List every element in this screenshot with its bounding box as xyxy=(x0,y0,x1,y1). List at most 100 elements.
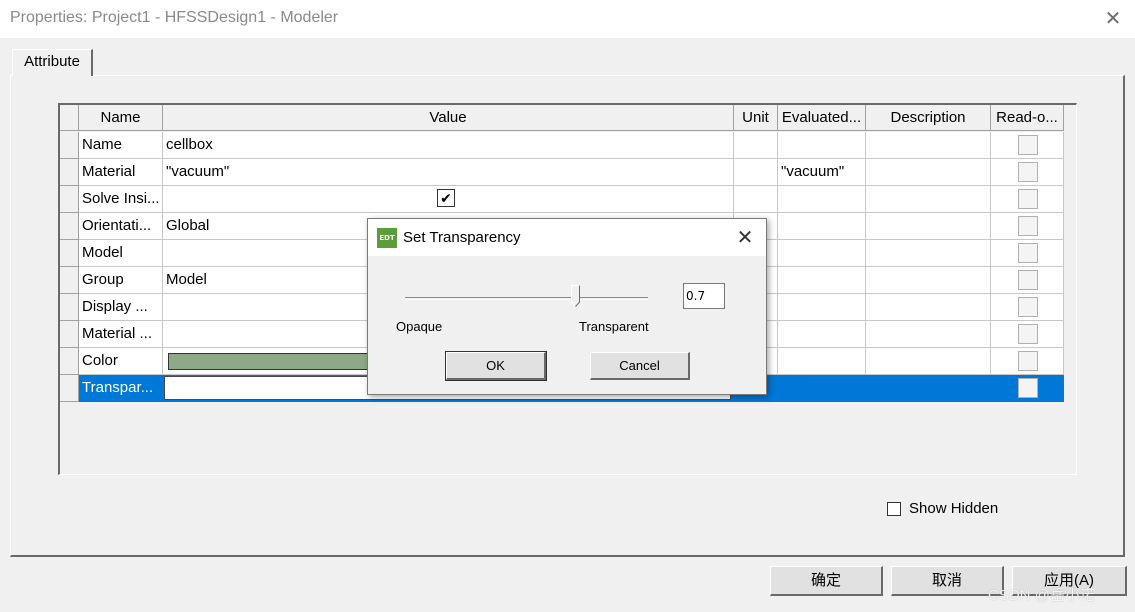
column-header-name[interactable]: Name xyxy=(79,105,163,131)
cell-evaluated xyxy=(778,132,866,159)
show-hidden-box[interactable] xyxy=(887,502,901,516)
cell-evaluated xyxy=(778,348,866,375)
cell-description[interactable] xyxy=(866,321,991,348)
readonly-checkbox[interactable] xyxy=(1018,243,1038,263)
row-header[interactable] xyxy=(60,240,79,267)
cell-unit[interactable] xyxy=(734,132,778,159)
cell-readonly xyxy=(991,321,1064,348)
cell-readonly xyxy=(991,267,1064,294)
column-header-readonly[interactable]: Read-o... xyxy=(991,105,1064,131)
window-title: Properties: Project1 - HFSSDesign1 - Mod… xyxy=(10,9,339,26)
readonly-checkbox[interactable] xyxy=(1018,324,1038,344)
row-header[interactable] xyxy=(60,213,79,240)
row-header[interactable] xyxy=(60,375,79,402)
cell-evaluated xyxy=(778,321,866,348)
dialog-ok-button[interactable]: OK xyxy=(445,351,547,381)
cell-readonly xyxy=(991,186,1064,213)
cell-readonly xyxy=(991,294,1064,321)
row-header[interactable] xyxy=(60,267,79,294)
cell-name: Transpar... xyxy=(79,375,163,402)
readonly-checkbox[interactable] xyxy=(1018,351,1038,371)
readonly-checkbox[interactable] xyxy=(1018,297,1038,317)
cell-value[interactable]: ✔ xyxy=(163,186,734,213)
row-header[interactable] xyxy=(60,348,79,375)
column-header-evaluated[interactable]: Evaluated... xyxy=(778,105,866,131)
row-header[interactable] xyxy=(60,294,79,321)
readonly-checkbox[interactable] xyxy=(1018,162,1038,182)
cell-evaluated xyxy=(778,240,866,267)
cell-evaluated xyxy=(778,267,866,294)
set-transparency-dialog: EDT Set Transparency ✕ 0.7 Opaque Transp… xyxy=(367,218,767,395)
header-corner xyxy=(60,105,79,131)
window-close-icon[interactable]: ✕ xyxy=(1096,2,1130,36)
cell-evaluated xyxy=(778,294,866,321)
cell-value[interactable]: cellbox xyxy=(163,132,734,159)
column-header-unit[interactable]: Unit xyxy=(734,105,778,131)
solve-inside-checkbox[interactable]: ✔ xyxy=(437,189,455,207)
row-header[interactable] xyxy=(60,186,79,213)
cell-readonly xyxy=(991,132,1064,159)
cell-readonly xyxy=(991,375,1064,402)
app-icon: EDT xyxy=(377,228,397,248)
row-header[interactable] xyxy=(60,321,79,348)
grid-header-row: Name Value Unit Evaluated... Description… xyxy=(60,105,1066,132)
transparency-slider-thumb[interactable] xyxy=(571,285,581,307)
cell-readonly xyxy=(991,213,1064,240)
color-swatch[interactable] xyxy=(168,353,388,370)
cell-description[interactable] xyxy=(866,375,991,402)
dialog-title: Set Transparency xyxy=(403,229,521,246)
cell-description[interactable] xyxy=(866,159,991,186)
cell-name: Display ... xyxy=(79,294,163,321)
cell-description[interactable] xyxy=(866,132,991,159)
cell-evaluated xyxy=(778,213,866,240)
table-row[interactable]: Material "vacuum" "vacuum" xyxy=(60,159,1066,186)
row-header[interactable] xyxy=(60,132,79,159)
table-row[interactable]: Name cellbox xyxy=(60,132,1066,159)
readonly-checkbox[interactable] xyxy=(1018,378,1038,398)
transparency-slider-track[interactable] xyxy=(405,297,648,300)
cell-unit[interactable] xyxy=(734,159,778,186)
column-header-description[interactable]: Description xyxy=(866,105,991,131)
cell-description[interactable] xyxy=(866,240,991,267)
cell-description[interactable] xyxy=(866,186,991,213)
cell-description[interactable] xyxy=(866,294,991,321)
cell-readonly xyxy=(991,159,1064,186)
cell-evaluated xyxy=(778,186,866,213)
cell-name: Group xyxy=(79,267,163,294)
cell-evaluated xyxy=(778,375,866,402)
slider-max-label: Transparent xyxy=(579,319,649,334)
slider-min-label: Opaque xyxy=(396,319,443,334)
tab-attribute[interactable]: Attribute xyxy=(12,49,93,76)
column-header-value[interactable]: Value xyxy=(163,105,734,131)
cell-readonly xyxy=(991,348,1064,375)
cell-name: Color xyxy=(79,348,163,375)
readonly-checkbox[interactable] xyxy=(1018,270,1038,290)
cell-name: Name xyxy=(79,132,163,159)
properties-window: Properties: Project1 - HFSSDesign1 - Mod… xyxy=(0,0,1135,612)
row-header[interactable] xyxy=(60,159,79,186)
cell-name: Material ... xyxy=(79,321,163,348)
cell-name: Material xyxy=(79,159,163,186)
cell-description[interactable] xyxy=(866,267,991,294)
ok-button[interactable]: 确定 xyxy=(770,566,883,596)
readonly-checkbox[interactable] xyxy=(1018,189,1038,209)
cell-unit[interactable] xyxy=(734,186,778,213)
readonly-checkbox[interactable] xyxy=(1018,135,1038,155)
transparency-value-input[interactable]: 0.7 xyxy=(683,283,725,309)
table-row[interactable]: Solve Insi... ✔ xyxy=(60,186,1066,213)
cell-description[interactable] xyxy=(866,348,991,375)
cell-name: Model xyxy=(79,240,163,267)
dialog-titlebar: EDT Set Transparency ✕ xyxy=(368,219,766,256)
dialog-close-icon[interactable]: ✕ xyxy=(730,223,760,253)
cell-name: Solve Insi... xyxy=(79,186,163,213)
cell-evaluated: "vacuum" xyxy=(778,159,866,186)
cell-readonly xyxy=(991,240,1064,267)
cell-value[interactable]: "vacuum" xyxy=(163,159,734,186)
readonly-checkbox[interactable] xyxy=(1018,216,1038,236)
cell-name: Orientati... xyxy=(79,213,163,240)
watermark: CSDN @岳小诺 xyxy=(988,587,1095,604)
show-hidden-label: Show Hidden xyxy=(909,500,999,517)
dialog-cancel-button[interactable]: Cancel xyxy=(590,352,690,380)
window-titlebar: Properties: Project1 - HFSSDesign1 - Mod… xyxy=(0,0,1135,38)
cell-description[interactable] xyxy=(866,213,991,240)
